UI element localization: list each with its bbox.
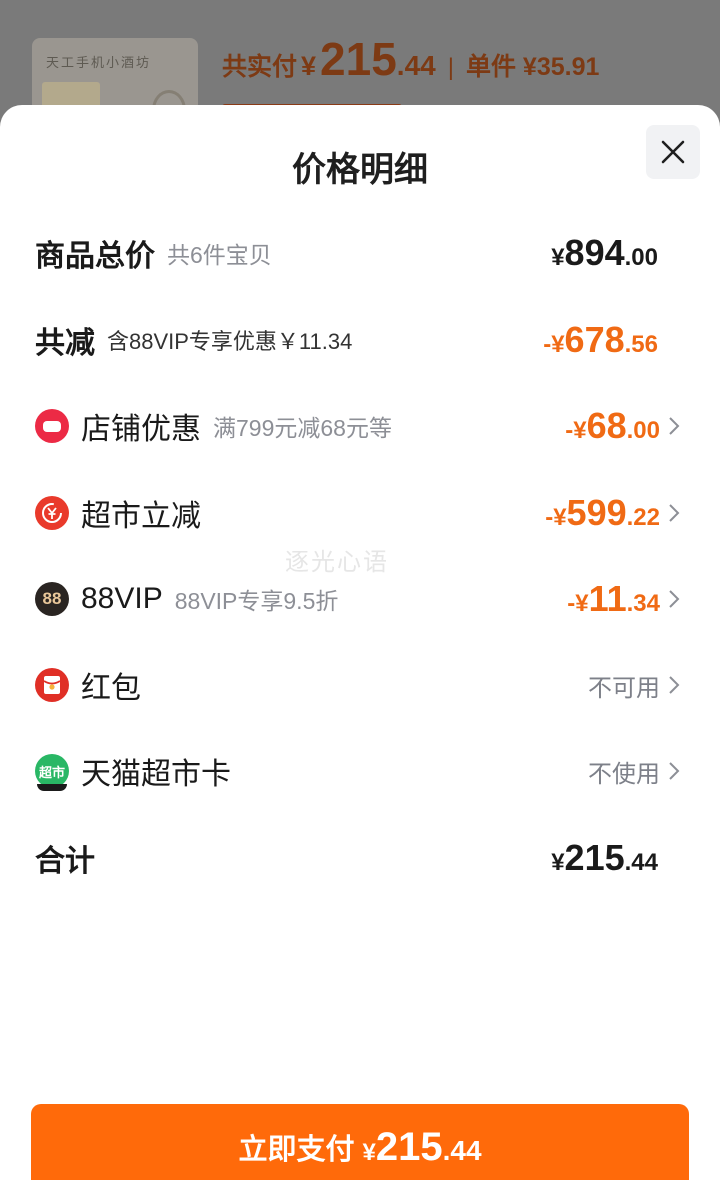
- 88vip-amount: -¥ 11 .34: [567, 578, 660, 619]
- tmall-card-label: 天猫超市卡: [81, 758, 231, 791]
- watermark: 逐光心语: [285, 549, 389, 576]
- 88vip-label: 88VIP: [81, 582, 163, 615]
- goods-total-label: 商品总价: [35, 240, 155, 273]
- shop-coupon-label: 店铺优惠: [81, 413, 201, 446]
- sheet-title: 价格明细: [292, 151, 428, 189]
- pay-now-button[interactable]: 立即支付 ¥ 215 .44: [31, 1104, 689, 1180]
- sum-amount: ¥ 215 .44: [551, 837, 658, 878]
- supermarket-cut-label: 超市立减: [81, 500, 201, 533]
- goods-total-amount: ¥ 894 .00: [551, 232, 658, 273]
- close-icon: [661, 140, 685, 164]
- chevron-right-icon: [668, 761, 680, 781]
- total-discount-amount: -¥ 678 .56: [543, 319, 658, 360]
- separator: |: [447, 54, 454, 81]
- row-sum: 合计 ¥ 215 .44: [0, 828, 720, 888]
- unit-price: 单件 ¥35.91: [465, 53, 600, 81]
- supermarket-cut-amount: -¥ 599 .22: [545, 492, 660, 533]
- shop-coupon-icon: [35, 409, 69, 443]
- 88vip-icon: 88: [35, 582, 69, 616]
- chevron-right-icon: [668, 503, 680, 523]
- goods-count: 共6件宝贝: [167, 242, 272, 268]
- tmall-card-status: 不使用: [588, 760, 660, 788]
- 88vip-note: 88VIP专享9.5折: [174, 588, 339, 614]
- paid-amount-dec: .44: [396, 50, 436, 81]
- row-goods-total: 商品总价 共6件宝贝 ¥ 894 .00: [0, 223, 720, 283]
- shop-coupon-note: 满799元减68元等: [213, 415, 392, 441]
- row-red-packet[interactable]: 红包 不可用: [0, 655, 720, 715]
- pay-now-label: 立即支付: [238, 1134, 355, 1166]
- total-discount-note: 含88VIP专享优惠￥11.34: [107, 329, 353, 354]
- price-detail-sheet: 价格明细 商品总价 共6件宝贝 ¥ 894 .00 共减 含88VIP专享优惠￥…: [0, 105, 720, 1180]
- row-88vip[interactable]: 88 88VIP 88VIP专享9.5折 -¥ 11 .34: [0, 569, 720, 629]
- row-tmall-card[interactable]: 超市 天猫超市卡 不使用: [0, 741, 720, 801]
- red-packet-icon: [35, 668, 69, 702]
- total-discount-label: 共减: [35, 327, 95, 360]
- background-paid-summary: 共实付 ¥ 215 .44 | 单件 ¥35.91: [222, 32, 599, 86]
- paid-label: 共实付: [222, 53, 298, 81]
- pay-now-amount: ¥ 215 .44: [362, 1124, 482, 1169]
- row-shop-coupon[interactable]: 店铺优惠 满799元减68元等 -¥ 68 .00: [0, 396, 720, 456]
- tmall-supermarket-card-icon: 超市: [35, 754, 69, 791]
- row-supermarket-cut[interactable]: 超市立减 -¥ 599 .22: [0, 483, 720, 543]
- yuan-cut-icon: [35, 496, 69, 530]
- shop-coupon-amount: -¥ 68 .00: [565, 405, 660, 446]
- red-packet-status: 不可用: [588, 674, 660, 702]
- red-packet-label: 红包: [81, 672, 141, 705]
- row-total-discount: 共减 含88VIP专享优惠￥11.34 -¥ 678 .56: [0, 310, 720, 370]
- chevron-right-icon: [668, 675, 680, 695]
- chevron-right-icon: [668, 589, 680, 609]
- chevron-right-icon: [668, 416, 680, 436]
- product-thumbnail-text: 天工手机小酒坊: [46, 55, 152, 70]
- sum-label: 合计: [35, 845, 95, 878]
- close-button[interactable]: [646, 125, 700, 179]
- paid-amount-int: 215: [320, 33, 397, 85]
- paid-currency: ¥: [301, 51, 317, 81]
